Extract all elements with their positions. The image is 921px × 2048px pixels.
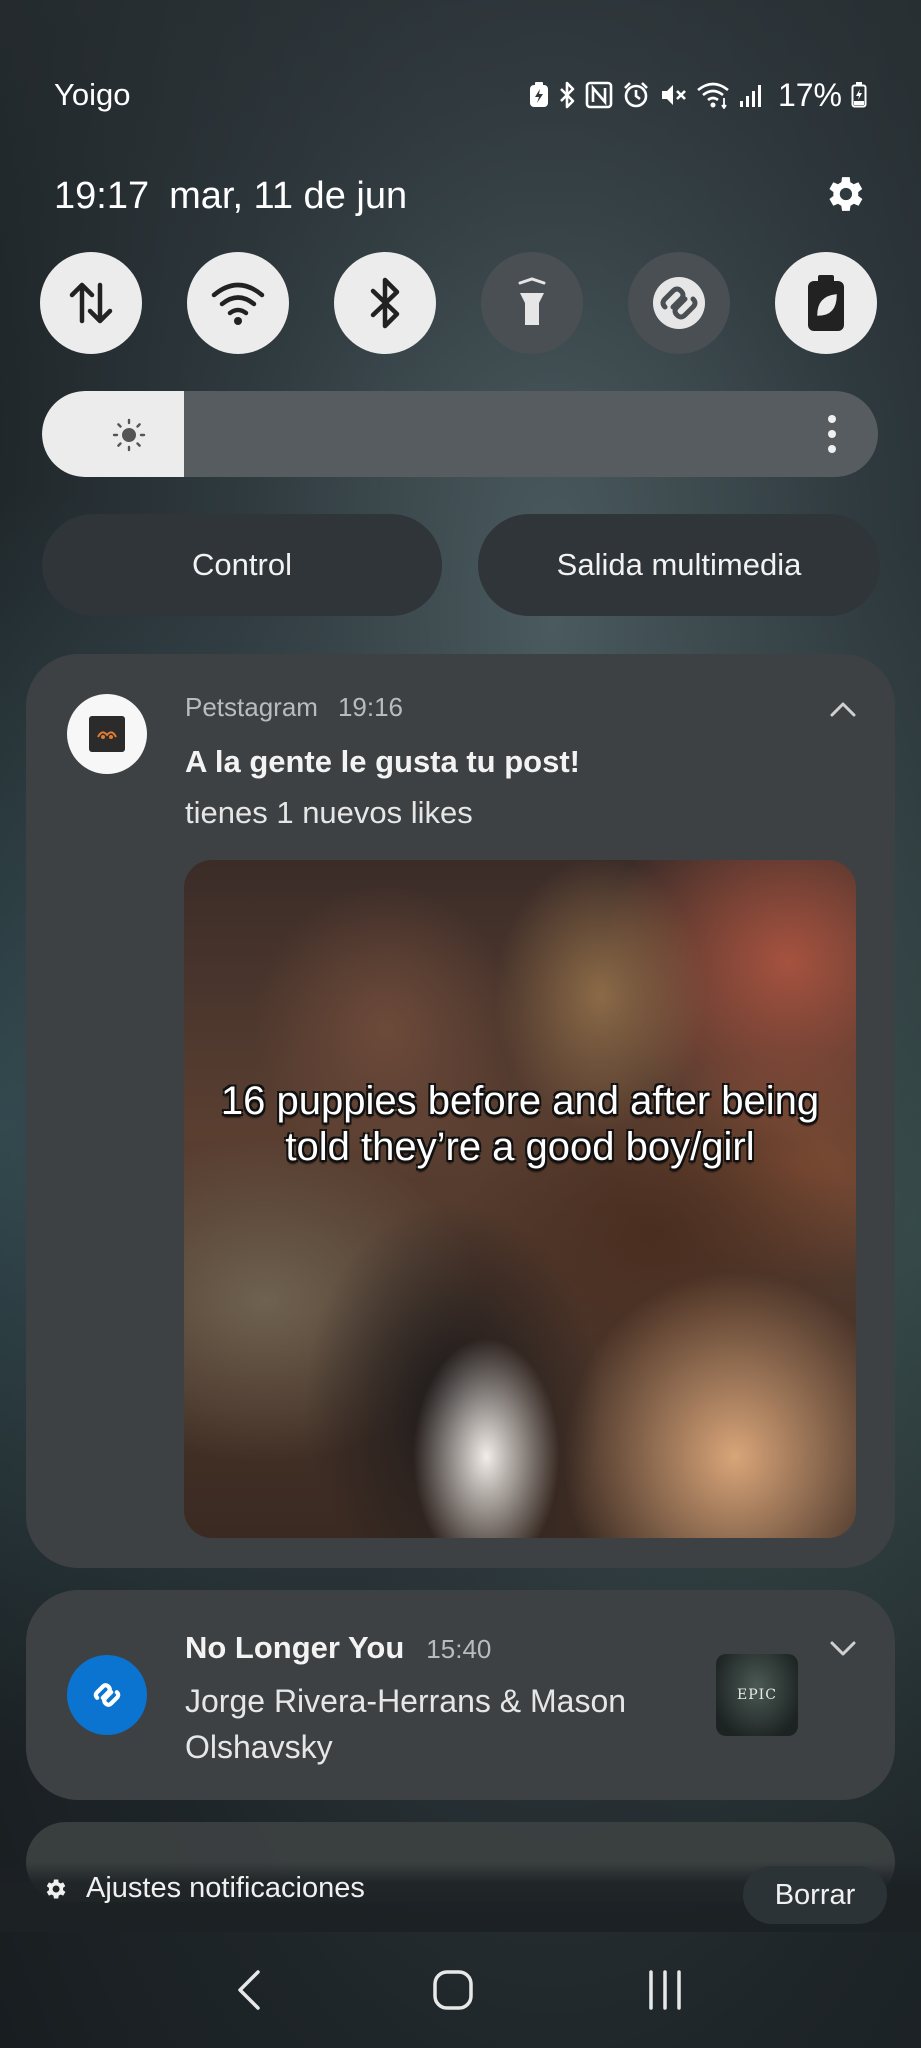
clear-all-button[interactable]: Borrar (743, 1866, 887, 1924)
notification-settings-link[interactable]: Ajustes notificaciones (42, 1872, 365, 1905)
tile-wifi[interactable] (187, 252, 289, 354)
clock-date: 19:17 mar, 11 de jun (54, 175, 407, 218)
notification-title: A la gente le gusta tu post! (185, 744, 580, 779)
media-output-button[interactable]: Salida multimedia (478, 514, 880, 616)
flashlight-icon (518, 277, 546, 325)
chevron-down-icon[interactable] (829, 1640, 857, 1658)
navigation-bar (0, 1950, 921, 2030)
album-label: EPIC (737, 1687, 777, 1703)
recents-icon[interactable] (643, 1968, 687, 2012)
control-button[interactable]: Control (42, 514, 442, 616)
back-icon[interactable] (234, 1968, 264, 2012)
post-image-caption: 16 puppies before and after being told t… (220, 1079, 820, 1169)
album-art: EPIC (716, 1654, 798, 1736)
notification-shazam[interactable]: No Longer You 15:40 Jorge Rivera-Herrans… (26, 1590, 895, 1800)
header-row: 19:17 mar, 11 de jun (54, 166, 867, 226)
settings-gear-button[interactable] (821, 171, 867, 222)
notification-petstagram[interactable]: Petstagram 19:16 A la gente le gusta tu … (26, 654, 895, 1568)
tile-mobile-data[interactable] (40, 252, 142, 354)
bluetooth-icon (560, 81, 575, 109)
notification-header: Petstagram 19:16 (185, 692, 403, 723)
battery-saver-icon (529, 82, 548, 107)
tile-power-saving[interactable] (775, 252, 877, 354)
shazam-app-icon (67, 1655, 147, 1735)
eco-battery-icon (808, 275, 844, 331)
shazam-icon (93, 1683, 121, 1707)
nfc-icon (585, 81, 613, 109)
song-header: No Longer You 15:40 (185, 1630, 491, 1666)
tile-flashlight[interactable] (481, 252, 583, 354)
home-icon[interactable] (431, 1968, 475, 2012)
chevron-up-icon[interactable] (829, 700, 857, 718)
bluetooth-icon (370, 277, 400, 329)
brightness-slider[interactable] (42, 391, 878, 477)
wifi-icon (697, 82, 729, 109)
gear-icon (46, 1878, 66, 1899)
gear-icon (829, 176, 863, 211)
petstagram-logo-icon (89, 716, 125, 752)
quick-settings-tiles (40, 252, 877, 354)
song-title: No Longer You (185, 1630, 405, 1665)
carrier-name: Yoigo (54, 77, 131, 112)
wifi-icon (211, 282, 265, 325)
alarm-icon (624, 82, 648, 108)
battery-charging-icon (851, 82, 867, 108)
tile-shazam[interactable] (628, 252, 730, 354)
clock-time[interactable]: 19:17 (54, 175, 149, 217)
petstagram-app-icon (67, 694, 147, 774)
battery-percent: 17% (777, 76, 842, 113)
more-options-icon[interactable] (826, 413, 838, 455)
data-arrows-icon (69, 282, 113, 324)
signal-icon (739, 85, 761, 107)
app-name: Petstagram (185, 692, 318, 722)
date-text[interactable]: mar, 11 de jun (169, 175, 407, 217)
notification-text: tienes 1 nuevos likes (185, 795, 473, 830)
notification-time: 19:16 (337, 692, 404, 722)
status-icons: 17% (529, 77, 867, 114)
shazam-icon (653, 277, 705, 329)
post-image[interactable]: 16 puppies before and after being told t… (184, 860, 856, 1538)
brightness-sun-icon (112, 418, 146, 452)
mute-icon (661, 85, 686, 105)
notification-time: 15:40 (426, 1634, 492, 1664)
song-artist: Jorge Rivera-Herrans & Mason Olshavsky (185, 1683, 627, 1765)
status-bar: Yoigo 17% (54, 70, 867, 120)
notification-settings-label: Ajustes notificaciones (86, 1872, 365, 1904)
tile-bluetooth[interactable] (334, 252, 436, 354)
